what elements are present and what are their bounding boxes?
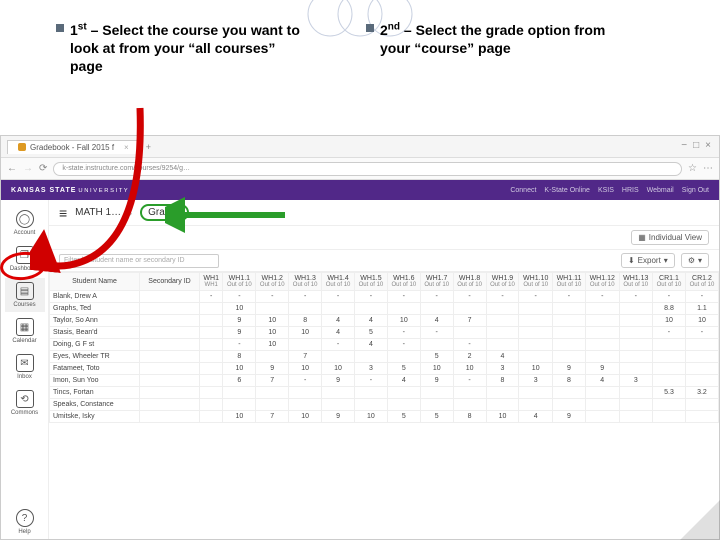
ks-logo-main: KANSAS STATE: [11, 187, 76, 194]
nav-back-icon[interactable]: ←: [7, 163, 17, 174]
table-row[interactable]: Umitske, Isky107109105581049: [50, 411, 719, 423]
nav-calendar[interactable]: ▦ Calendar: [5, 314, 45, 348]
download-icon: ⬇: [628, 256, 635, 265]
nav-account[interactable]: ◯ Account: [5, 206, 45, 240]
help-icon: ?: [16, 509, 34, 527]
nav-label: Commons: [11, 410, 38, 416]
gear-icon: ⚙: [688, 256, 695, 265]
instruction-1: 1st – Select the course you want to look…: [70, 20, 300, 75]
filter-row: Filter by student name or secondary ID ⬇…: [49, 250, 719, 272]
table-row[interactable]: Blank, Drew A----------------: [50, 291, 719, 303]
grid-icon: ▦: [638, 233, 646, 242]
view-label: Individual View: [649, 233, 702, 242]
ks-link[interactable]: Webmail: [647, 187, 674, 194]
kebab-icon[interactable]: ⋯: [703, 163, 713, 174]
nav-commons[interactable]: ⟲ Commons: [5, 386, 45, 420]
nav-label: Help: [18, 529, 30, 535]
browser-window: − □ × Gradebook - Fall 2015 f × + ← → ⟳ …: [0, 135, 720, 540]
export-label: Export: [638, 256, 661, 265]
instruction-1-text: 1st – Select the course you want to look…: [70, 22, 300, 74]
nav-label: Inbox: [17, 374, 32, 380]
nav-label: Account: [14, 230, 36, 236]
table-row[interactable]: Fatameet, Toto109101035101031099: [50, 363, 719, 375]
ks-logo-sub: U N I V E R S I T Y: [78, 188, 127, 194]
url-bar[interactable]: k-state.instructure.com/courses/9254/g…: [53, 162, 682, 176]
nav-fwd-icon[interactable]: →: [23, 163, 33, 174]
chevron-down-icon: ▾: [664, 256, 668, 265]
commons-icon: ⟲: [16, 390, 34, 408]
table-row[interactable]: Taylor, So Ann91084410471010: [50, 315, 719, 327]
ks-link[interactable]: Connect: [510, 187, 536, 194]
ks-links: Connect K-State Online KSIS HRIS Webmail…: [510, 187, 709, 194]
ks-link[interactable]: Sign Out: [682, 187, 709, 194]
new-tab-button[interactable]: +: [146, 142, 151, 152]
table-row[interactable]: Stasis, Bean'd9101045----: [50, 327, 719, 339]
nav-label: Dashboard: [10, 266, 39, 272]
page-curl: [680, 500, 720, 540]
window-max[interactable]: □: [693, 140, 699, 151]
address-row: ← → ⟳ k-state.instructure.com/courses/92…: [1, 158, 719, 180]
table-row[interactable]: Graphs, Ted108.81.1: [50, 303, 719, 315]
window-min[interactable]: −: [681, 140, 687, 151]
nav-help[interactable]: ? Help: [5, 505, 45, 539]
ks-header: KANSAS STATE U N I V E R S I T Y Connect…: [1, 180, 719, 200]
window-controls: − □ ×: [681, 140, 711, 151]
hamburger-icon[interactable]: ≡: [59, 205, 67, 221]
table-row[interactable]: Doing, G F st-10-4--: [50, 339, 719, 351]
calendar-icon: ▦: [16, 318, 34, 336]
ks-link[interactable]: K-State Online: [544, 187, 590, 194]
table-row[interactable]: Imon, Sun Yoo67-9-49-83843: [50, 375, 719, 387]
toolbar: ▦ Individual View: [49, 226, 719, 250]
chevron-right-icon: ›: [129, 208, 132, 218]
user-icon: ◯: [16, 210, 34, 228]
window-close[interactable]: ×: [705, 140, 711, 151]
settings-button[interactable]: ⚙ ▾: [681, 253, 709, 268]
nav-label: Calendar: [12, 338, 36, 344]
courses-icon: ▤: [16, 282, 34, 300]
url-text: k-state.instructure.com/courses/9254/g…: [62, 165, 190, 172]
crumb-grades[interactable]: Grades: [140, 204, 189, 221]
table-row[interactable]: Tincs, Fortan5.33.2: [50, 387, 719, 399]
tab-favicon: [18, 143, 26, 151]
reload-icon[interactable]: ⟳: [39, 163, 47, 174]
filter-input[interactable]: Filter by student name or secondary ID: [59, 254, 219, 268]
browser-tab[interactable]: Gradebook - Fall 2015 f ×: [7, 140, 140, 154]
instruction-2: 2nd – Select the grade option from your …: [380, 20, 610, 75]
filter-placeholder: Filter by student name or secondary ID: [64, 257, 185, 264]
bullet-icon: [366, 24, 374, 32]
dashboard-icon: ❐: [16, 246, 34, 264]
main-area: ≡ MATH 1… › Grades ▦ Individual View Fil…: [49, 200, 719, 539]
nav-courses[interactable]: ▤ Courses: [5, 278, 45, 312]
nav-label: Courses: [13, 302, 35, 308]
nav-inbox[interactable]: ✉ Inbox: [5, 350, 45, 384]
gradebook-grid[interactable]: Student NameSecondary IDWH1WH1WH1.1Out o…: [49, 272, 719, 539]
ks-logo[interactable]: KANSAS STATE U N I V E R S I T Y: [11, 187, 128, 194]
tab-close-icon[interactable]: ×: [124, 143, 129, 152]
table-row[interactable]: Eyes, Wheeler TR87524: [50, 351, 719, 363]
bullet-icon: [56, 24, 64, 32]
ks-link[interactable]: KSIS: [598, 187, 614, 194]
side-nav: ◯ Account ❐ Dashboard ▤ Courses ▦ Calendar ✉…: [1, 200, 49, 539]
bookmark-icon[interactable]: ☆: [688, 163, 697, 174]
nav-dashboard[interactable]: ❐ Dashboard: [5, 242, 45, 276]
table-row[interactable]: Speaks, Constance: [50, 399, 719, 411]
view-toggle[interactable]: ▦ Individual View: [631, 230, 709, 245]
crumb-course[interactable]: MATH 1…: [75, 207, 121, 218]
export-button[interactable]: ⬇ Export ▾: [621, 253, 675, 268]
tab-bar: Gradebook - Fall 2015 f × +: [1, 136, 719, 158]
inbox-icon: ✉: [16, 354, 34, 372]
chevron-down-icon: ▾: [698, 256, 702, 265]
instruction-2-text: 2nd – Select the grade option from your …: [380, 22, 605, 56]
ks-link[interactable]: HRIS: [622, 187, 639, 194]
breadcrumb-row: ≡ MATH 1… › Grades: [49, 200, 719, 226]
tab-title: Gradebook - Fall 2015 f: [30, 143, 114, 152]
